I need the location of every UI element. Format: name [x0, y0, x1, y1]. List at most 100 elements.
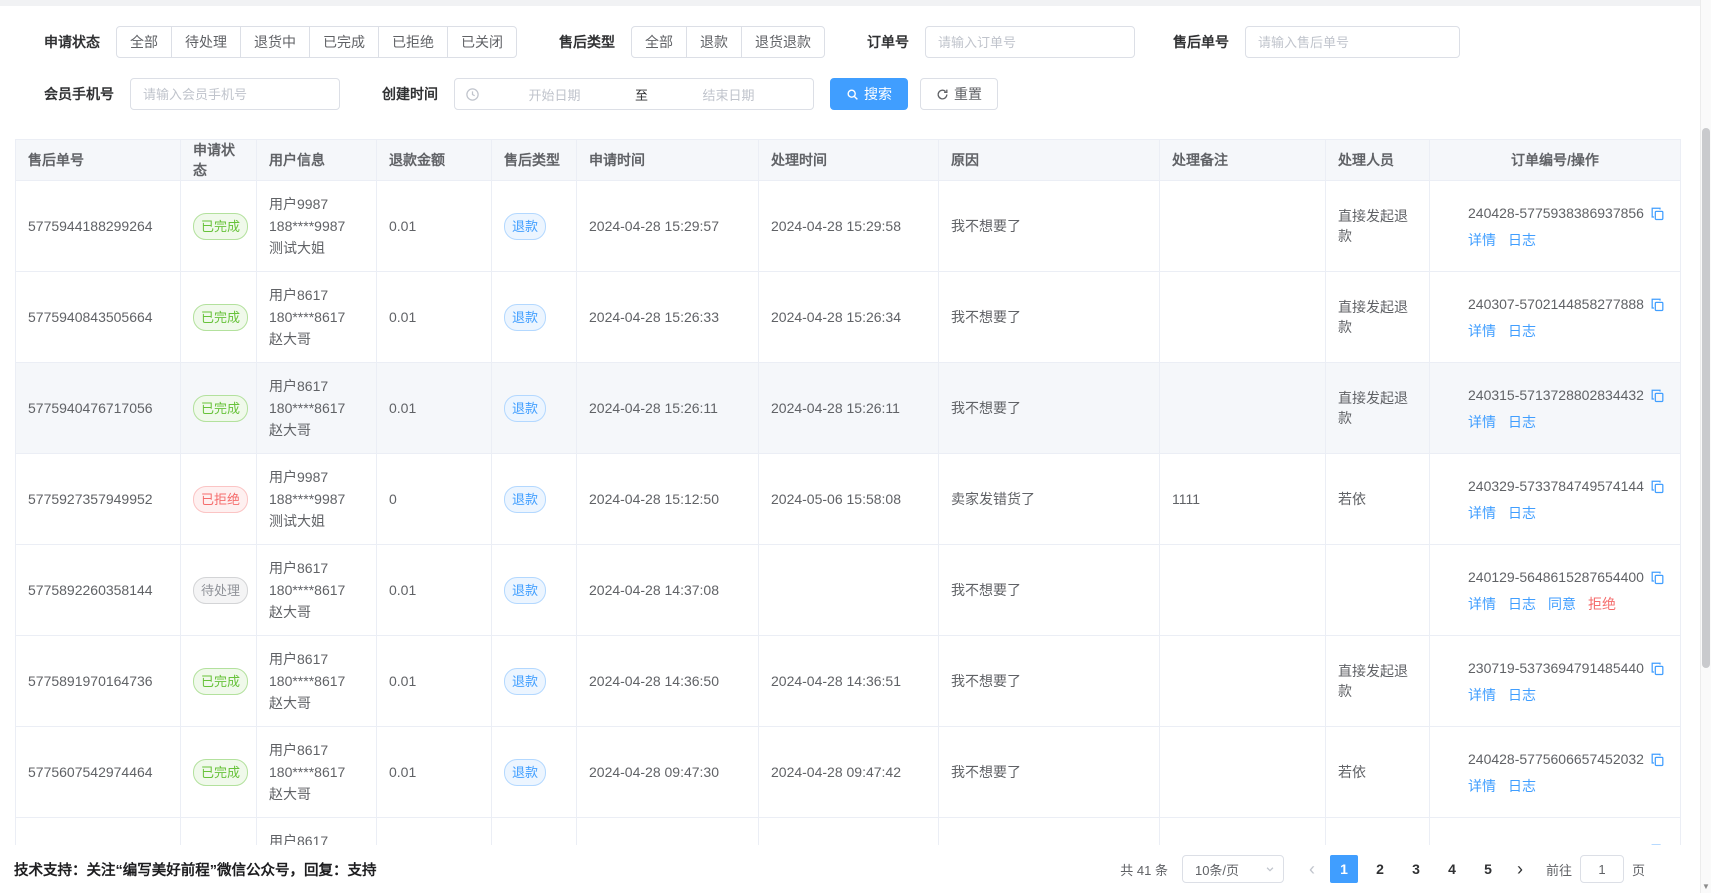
row-action-link[interactable]: 详情	[1468, 778, 1496, 794]
row-action-link[interactable]: 详情	[1468, 323, 1496, 339]
phone-input[interactable]	[130, 78, 340, 110]
copy-icon[interactable]	[1650, 570, 1665, 585]
copy-icon[interactable]	[1650, 206, 1665, 221]
user-info: 用户8617180****8617赵大哥	[257, 272, 377, 363]
status-filter-button-5[interactable]: 已关闭	[447, 26, 517, 58]
apply-time: 2024-04-28 15:26:33	[577, 272, 759, 363]
table-header-row: 售后单号申请状态用户信息退款金额售后类型申请时间处理时间原因处理备注处理人员订单…	[16, 140, 1681, 181]
handle-remark	[1160, 818, 1326, 846]
apply-time: 2024-04-28 15:26:11	[577, 363, 759, 454]
status-filter-button-3[interactable]: 已完成	[309, 26, 379, 58]
apply-time: 2024-04-28 15:12:50	[577, 454, 759, 545]
table-row: 已完成 用户8617180****8617赵大哥 退款 直接发起退款 24042…	[16, 818, 1681, 846]
copy-icon[interactable]	[1650, 752, 1665, 767]
copy-icon[interactable]	[1650, 388, 1665, 403]
user-info: 用户8617180****8617赵大哥	[257, 636, 377, 727]
vertical-scrollbar[interactable]: ▼	[1700, 0, 1711, 893]
goto-unit: 页	[1632, 860, 1645, 879]
order-number: 240428-5775606657452032	[1468, 748, 1644, 770]
row-action-link[interactable]: 日志	[1508, 778, 1536, 794]
handle-time: 2024-04-28 15:26:11	[759, 363, 939, 454]
row-action-link[interactable]: 日志	[1508, 232, 1536, 248]
handler: 直接发起退款	[1326, 363, 1430, 454]
reset-button[interactable]: 重置	[920, 78, 998, 110]
row-action-link[interactable]: 日志	[1508, 687, 1536, 703]
row-actions: 详情日志同意拒绝	[1468, 594, 1668, 614]
goto-label: 前往	[1546, 860, 1572, 879]
handle-time: 2024-04-28 15:29:58	[759, 181, 939, 272]
row-action-link[interactable]: 详情	[1468, 414, 1496, 430]
refresh-icon	[936, 88, 949, 101]
copy-icon[interactable]	[1650, 479, 1665, 494]
handle-time: 2024-04-28 15:26:34	[759, 272, 939, 363]
search-button[interactable]: 搜索	[830, 78, 908, 110]
aftersale-type-badge: 退款	[504, 668, 546, 695]
handler: 直接发起退款	[1326, 272, 1430, 363]
user-info: 用户9987188****9987测试大姐	[257, 181, 377, 272]
page-button-3[interactable]: 3	[1402, 855, 1430, 883]
table-row: 5775607542974464 已完成 用户8617180****8617赵大…	[16, 727, 1681, 818]
page-button-4[interactable]: 4	[1438, 855, 1466, 883]
row-action-link[interactable]: 同意	[1548, 596, 1576, 612]
status-filter-button-1[interactable]: 待处理	[171, 26, 241, 58]
row-action-link[interactable]: 日志	[1508, 596, 1536, 612]
prev-page-button[interactable]: ‹	[1298, 855, 1326, 883]
handle-time: 2024-04-28 14:36:51	[759, 636, 939, 727]
row-action-link[interactable]: 拒绝	[1588, 596, 1616, 612]
table-row: 5775940843505664 已完成 用户8617180****8617赵大…	[16, 272, 1681, 363]
status-filter-button-0[interactable]: 全部	[116, 26, 172, 58]
status-filter-button-2[interactable]: 退货中	[240, 26, 310, 58]
aftersale-number: 5775607542974464	[28, 764, 153, 780]
date-range-picker[interactable]: 开始日期 至 结束日期	[454, 78, 814, 110]
aftersale-type-badge: 退款	[504, 486, 546, 513]
handler: 直接发起退款	[1326, 636, 1430, 727]
row-action-link[interactable]: 详情	[1468, 232, 1496, 248]
reason: 我不想要了	[939, 727, 1160, 818]
row-action-link[interactable]: 详情	[1468, 596, 1496, 612]
order-no-input[interactable]	[925, 26, 1135, 58]
reset-button-label: 重置	[954, 84, 982, 104]
goto-page-input[interactable]	[1580, 855, 1624, 883]
page-button-5[interactable]: 5	[1474, 855, 1502, 883]
copy-icon[interactable]	[1650, 661, 1665, 676]
row-action-link[interactable]: 详情	[1468, 687, 1496, 703]
reason: 我不想要了	[939, 545, 1160, 636]
type-filter-button-1[interactable]: 退款	[686, 26, 742, 58]
user-info: 用户8617180****8617赵大哥	[257, 545, 377, 636]
aftersale-no-input[interactable]	[1245, 26, 1460, 58]
order-number: 240428-5775938386937856	[1468, 202, 1644, 224]
column-header: 售后单号	[16, 140, 181, 181]
refund-amount: 0.01	[377, 727, 492, 818]
start-date-input[interactable]: 开始日期	[480, 85, 629, 104]
row-action-link[interactable]: 日志	[1508, 414, 1536, 430]
row-action-link[interactable]: 详情	[1468, 505, 1496, 521]
table-row: 5775892260358144 待处理 用户8617180****8617赵大…	[16, 545, 1681, 636]
status-badge: 待处理	[193, 577, 248, 604]
page-button-2[interactable]: 2	[1366, 855, 1394, 883]
type-filter-button-2[interactable]: 退货退款	[741, 26, 825, 58]
order-no-label: 订单号	[867, 32, 909, 52]
page-button-1[interactable]: 1	[1330, 855, 1358, 883]
reason: 我不想要了	[939, 363, 1160, 454]
aftersale-type-badge: 退款	[504, 213, 546, 240]
page-size-select[interactable]: 10条/页	[1182, 855, 1284, 883]
user-info: 用户8617180****8617赵大哥	[257, 727, 377, 818]
aftersale-number: 5775892260358144	[28, 582, 153, 598]
refund-amount: 0	[377, 454, 492, 545]
row-action-link[interactable]: 日志	[1508, 323, 1536, 339]
row-actions: 详情日志	[1468, 776, 1668, 796]
handler	[1326, 545, 1430, 636]
status-filter-button-4[interactable]: 已拒绝	[378, 26, 448, 58]
row-action-link[interactable]: 日志	[1508, 505, 1536, 521]
column-header: 申请时间	[577, 140, 759, 181]
refund-amount: 0.01	[377, 545, 492, 636]
scrollbar-thumb[interactable]	[1702, 128, 1710, 668]
end-date-input[interactable]: 结束日期	[654, 85, 803, 104]
type-filter-button-0[interactable]: 全部	[631, 26, 687, 58]
apply-time: 2024-04-28 14:36:50	[577, 636, 759, 727]
copy-icon[interactable]	[1650, 297, 1665, 312]
handle-remark	[1160, 181, 1326, 272]
next-page-button[interactable]: ›	[1506, 855, 1534, 883]
handle-remark	[1160, 272, 1326, 363]
scrollbar-down-arrow[interactable]: ▼	[1701, 882, 1711, 892]
